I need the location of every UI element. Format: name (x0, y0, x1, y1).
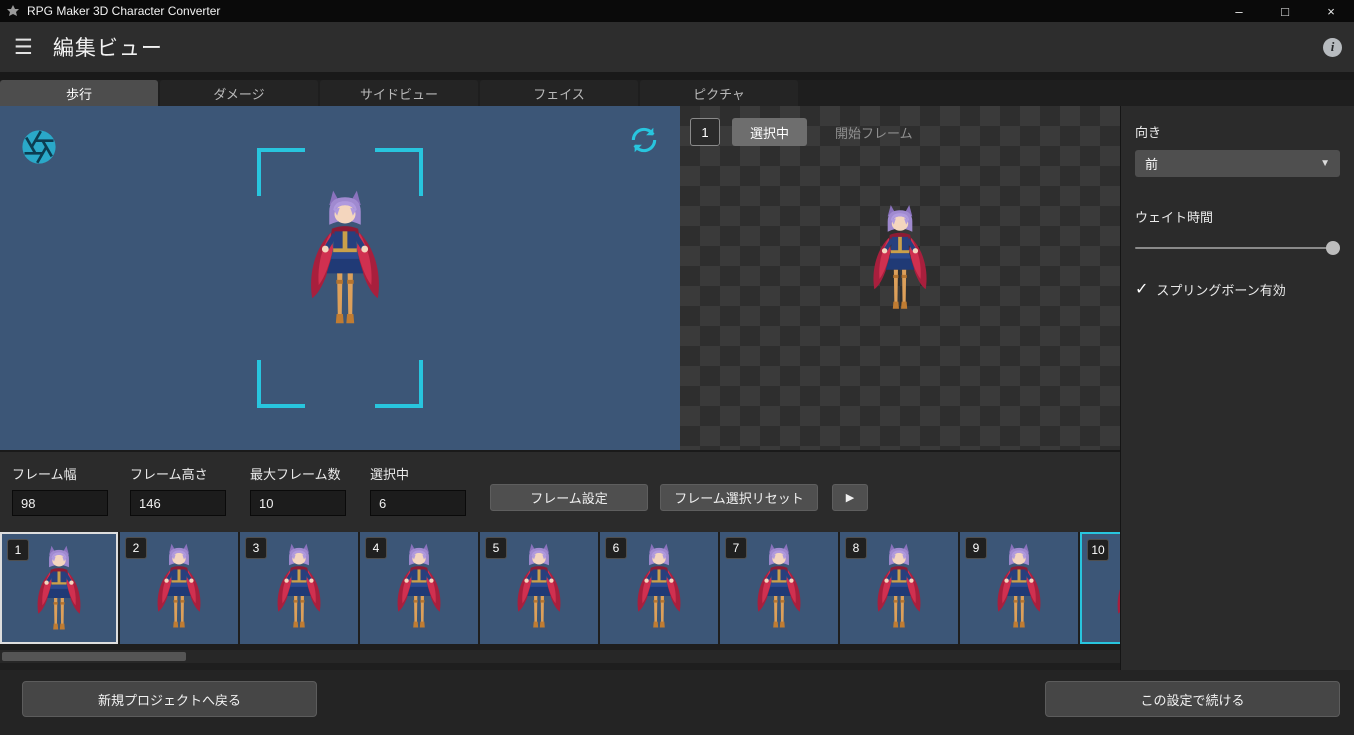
frame-tile-9[interactable]: 9 (960, 532, 1078, 644)
character-sprite (630, 542, 688, 635)
character-sprite (390, 542, 448, 635)
frame-height-field: フレーム高さ (130, 464, 226, 516)
tab-sideview[interactable]: サイドビュー (320, 80, 478, 106)
frame-tile-6[interactable]: 6 (600, 532, 718, 644)
title-bar: RPG Maker 3D Character Converter – □ × (0, 0, 1354, 22)
scrollbar-thumb[interactable] (2, 652, 186, 661)
frame-number-badge: 4 (365, 537, 387, 559)
bracket-top-left (257, 148, 305, 196)
frame-number-badge: 6 (605, 537, 627, 559)
app-logo-icon (7, 5, 19, 16)
wait-time-slider[interactable] (1135, 240, 1340, 256)
frame-tile-2[interactable]: 2 (120, 532, 238, 644)
character-sprite (510, 542, 568, 635)
character-sprite (990, 542, 1048, 635)
frame-set-button[interactable]: フレーム設定 (490, 484, 648, 511)
frame-width-input[interactable] (12, 490, 108, 516)
tab-walk[interactable]: 歩行 (0, 80, 158, 106)
wait-time-label: ウェイト時間 (1135, 210, 1214, 225)
direction-select-value: 前 (1145, 157, 1159, 172)
character-sprite (870, 542, 928, 635)
max-frames-label: 最大フレーム数 (250, 467, 341, 482)
play-button[interactable]: ▶ (832, 484, 868, 511)
checkbox-check-icon[interactable]: ✓ (1135, 281, 1148, 298)
frame-number-badge: 9 (965, 537, 987, 559)
direction-label: 向き (1135, 125, 1162, 140)
frame-height-input[interactable] (130, 490, 226, 516)
selected-frame-field: 選択中 (370, 464, 466, 516)
minimize-button[interactable]: – (1216, 0, 1262, 22)
character-sprite (750, 542, 808, 635)
direction-select[interactable]: 前 ▼ (1135, 150, 1340, 177)
page-title: 編集ビュー (52, 37, 163, 60)
header-bar: ☰ 編集ビュー i (0, 22, 1354, 72)
tab-picture[interactable]: ピクチャ (640, 80, 798, 106)
character-sprite (270, 542, 328, 635)
frame-tile-4[interactable]: 4 (360, 532, 478, 644)
character-sprite (864, 203, 936, 318)
tab-damage[interactable]: ダメージ (160, 80, 318, 106)
close-button[interactable]: × (1308, 0, 1354, 22)
frame-number-badge: 8 (845, 537, 867, 559)
selected-frame-input[interactable] (370, 490, 466, 516)
frame-tile-7[interactable]: 7 (720, 532, 838, 644)
frame-tile-5[interactable]: 5 (480, 532, 598, 644)
bracket-bottom-right (375, 360, 423, 408)
footer-bar: 新規プロジェクトへ戻る この設定で続ける (0, 670, 1354, 735)
springbone-label: スプリングボーン有効 (1156, 283, 1286, 298)
bracket-bottom-left (257, 360, 305, 408)
slider-track[interactable] (1135, 247, 1340, 249)
tab-face[interactable]: フェイス (480, 80, 638, 106)
back-to-new-project-button[interactable]: 新規プロジェクトへ戻る (22, 681, 317, 717)
selected-mode-button[interactable]: 選択中 (732, 118, 808, 146)
frame-tile-3[interactable]: 3 (240, 532, 358, 644)
frame-settings-bar: フレーム幅 フレーム高さ 最大フレーム数 選択中 フレーム設定 フレーム選択リセ… (0, 450, 1120, 532)
max-frames-field: 最大フレーム数 (250, 464, 346, 516)
frame-number-badge: 3 (245, 537, 267, 559)
frame-number-badge: 2 (125, 537, 147, 559)
frame-selection-reset-button[interactable]: フレーム選択リセット (660, 484, 818, 511)
view-tabs: 歩行 ダメージ サイドビュー フェイス ピクチャ (0, 80, 798, 106)
rotate-refresh-icon[interactable] (628, 124, 660, 156)
character-sprite (30, 544, 88, 637)
selected-frame-label: 選択中 (370, 467, 410, 482)
direction-settings-panel: 向き 前 ▼ ウェイト時間 ✓ スプリングボーン有効 (1120, 106, 1354, 670)
start-frame-option[interactable]: 開始フレーム (835, 123, 913, 142)
character-sprite (1110, 544, 1120, 637)
character-sprite (150, 542, 208, 635)
header-divider (0, 72, 1354, 80)
window-controls: – □ × (1216, 0, 1354, 22)
frame-strip: 1 2 3 4 5 6 7 8 9 10 (0, 532, 1120, 645)
character-preview-canvas[interactable] (0, 106, 680, 450)
maximize-button[interactable]: □ (1262, 0, 1308, 22)
animation-header: 1 選択中 開始フレーム (690, 118, 913, 146)
info-icon[interactable]: i (1323, 37, 1342, 57)
springbone-checkbox-row[interactable]: ✓ スプリングボーン有効 (1135, 280, 1340, 299)
slider-handle[interactable] (1326, 241, 1340, 255)
frame-width-field: フレーム幅 (12, 464, 108, 516)
current-frame-badge: 1 (690, 118, 720, 146)
frame-width-label: フレーム幅 (12, 467, 77, 482)
frame-number-badge: 10 (1087, 539, 1109, 561)
capture-aperture-icon[interactable] (20, 128, 58, 166)
frame-number-badge: 5 (485, 537, 507, 559)
app-window: RPG Maker 3D Character Converter – □ × ☰… (0, 0, 1354, 735)
character-sprite (299, 188, 391, 335)
window-title: RPG Maker 3D Character Converter (27, 4, 221, 18)
frame-tile-10[interactable]: 10 (1080, 532, 1120, 644)
max-frames-input[interactable] (250, 490, 346, 516)
animation-frame-panel: 1 選択中 開始フレーム (680, 106, 1120, 450)
chevron-down-icon: ▼ (1320, 158, 1330, 169)
frame-height-label: フレーム高さ (130, 467, 208, 482)
frame-number-badge: 1 (7, 539, 29, 561)
frame-number-badge: 7 (725, 537, 747, 559)
frame-tile-8[interactable]: 8 (840, 532, 958, 644)
menu-icon[interactable]: ☰ (14, 37, 33, 58)
frame-tile-1[interactable]: 1 (0, 532, 118, 644)
frame-strip-scrollbar[interactable] (0, 650, 1120, 663)
continue-with-settings-button[interactable]: この設定で続ける (1045, 681, 1340, 717)
